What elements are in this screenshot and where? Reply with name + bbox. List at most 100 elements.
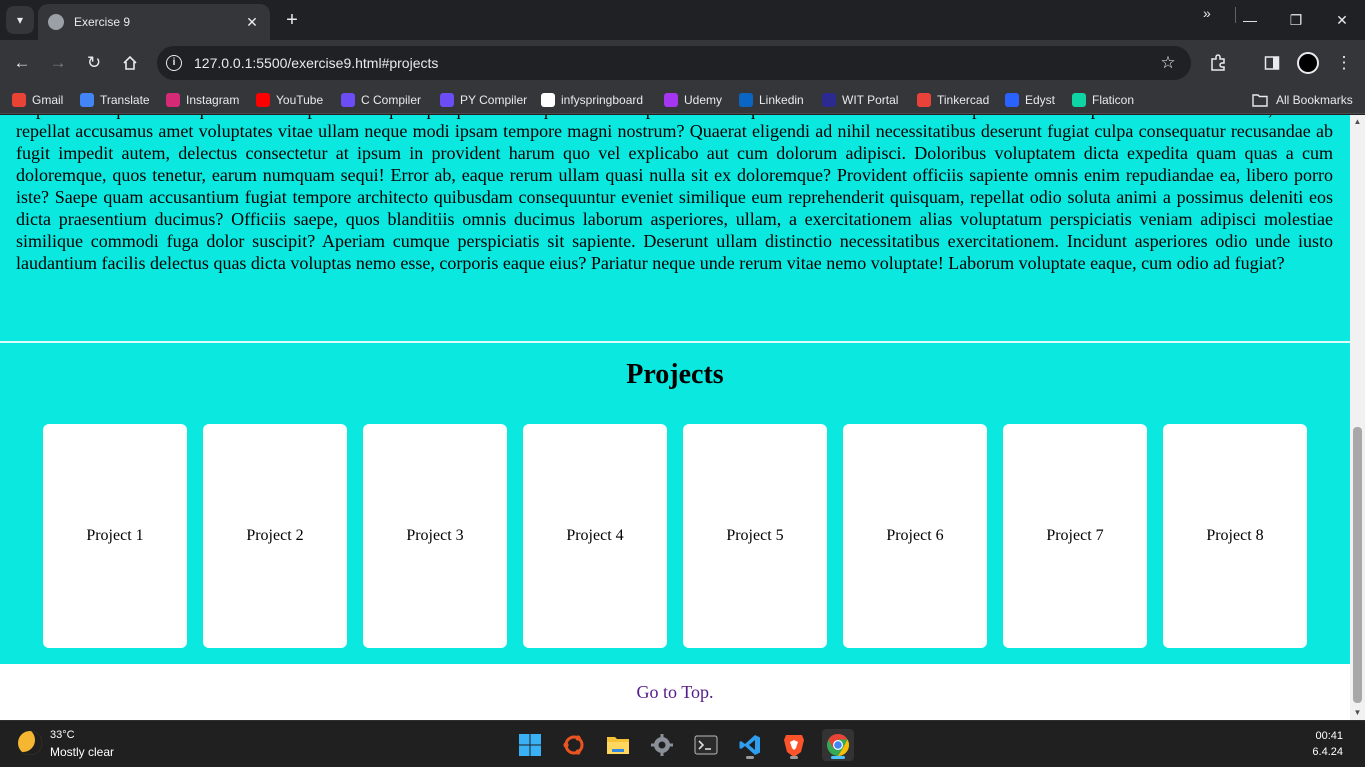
side-panel-icon: [1264, 56, 1280, 70]
home-button[interactable]: [117, 50, 143, 76]
weather-temperature[interactable]: 33°C: [50, 729, 75, 741]
project-card[interactable]: Project 6: [843, 424, 987, 648]
bookmark-label: Tinkercad: [937, 93, 990, 107]
clock-time[interactable]: 00:41: [1315, 730, 1343, 742]
bookmark-flaticon[interactable]: Flaticon: [1072, 91, 1134, 109]
bookmark-wit-portal[interactable]: WIT Portal: [822, 91, 898, 109]
bookmark-udemy[interactable]: Udemy: [664, 91, 722, 109]
section-divider: [0, 341, 1350, 343]
tab-search-button[interactable]: ▾: [6, 6, 34, 34]
bookmark-label: infyspringboard: [561, 93, 644, 107]
c-compiler-icon: [341, 93, 355, 107]
project-card[interactable]: Project 4: [523, 424, 667, 648]
reload-button[interactable]: ↻: [81, 50, 107, 76]
project-card-label: Project 6: [886, 527, 944, 544]
project-card[interactable]: Project 5: [683, 424, 827, 648]
running-indicator: [746, 756, 754, 759]
project-card[interactable]: Project 3: [363, 424, 507, 648]
terminal-app[interactable]: [690, 729, 722, 761]
home-icon: [123, 55, 137, 70]
bookmark-infyspringboard[interactable]: infyspringboard: [541, 91, 643, 109]
forward-button[interactable]: →: [45, 50, 71, 76]
udemy-icon: [664, 93, 678, 107]
windows-start-icon: [519, 734, 541, 756]
windows-taskbar: 33°C Mostly clear 00:41 6.4.24: [0, 720, 1365, 767]
bookmark-edyst[interactable]: Edyst: [1005, 91, 1055, 109]
instagram-icon: [166, 93, 180, 107]
bookmark-label: Udemy: [684, 93, 723, 107]
about-paragraph: Repellendus quod consequatur aut volupta…: [16, 115, 1333, 273]
bookmark-c-compiler[interactable]: C Compiler: [341, 91, 421, 109]
vscode-app[interactable]: [734, 729, 766, 761]
close-window-button[interactable]: ✕: [1319, 8, 1365, 32]
bookmark-tinkercad[interactable]: Tinkercad: [917, 91, 989, 109]
chrome-app[interactable]: [822, 729, 854, 761]
active-indicator: [831, 756, 845, 759]
forward-arrow-icon: →: [49, 53, 67, 72]
linkedin-icon: [739, 93, 753, 107]
project-card-label: Project 1: [86, 527, 144, 544]
go-to-top-link[interactable]: Go to Top.: [637, 682, 714, 703]
bookmark-label: PY Compiler: [460, 93, 528, 107]
profile-avatar[interactable]: [1297, 52, 1319, 74]
restore-button[interactable]: ❐: [1273, 8, 1319, 32]
tab-strip: ▾ Exercise 9 ✕ + — ❐ ✕: [0, 0, 1365, 40]
file-explorer-app[interactable]: [602, 729, 634, 761]
bookmarks-overflow-button[interactable]: »: [1203, 5, 1211, 21]
bookmark-label: Gmail: [32, 93, 64, 107]
bookmark-star-icon[interactable]: ☆: [1155, 53, 1181, 73]
new-tab-button[interactable]: +: [280, 8, 304, 32]
terminal-icon: [694, 735, 718, 755]
bookmark-linkedin[interactable]: Linkedin: [739, 91, 804, 109]
bookmark-label: Edyst: [1025, 93, 1056, 107]
bookmark-gmail[interactable]: Gmail: [12, 91, 63, 109]
scroll-up-arrow-icon[interactable]: ▲: [1350, 115, 1365, 129]
file-explorer-icon: [607, 737, 629, 754]
site-info-icon[interactable]: i: [166, 55, 182, 71]
bookmark-py-compiler[interactable]: PY Compiler: [440, 91, 527, 109]
extensions-button[interactable]: [1205, 50, 1231, 76]
page-viewport: Repellendus quod consequatur aut volupta…: [0, 115, 1350, 720]
ubuntu-app[interactable]: [558, 729, 590, 761]
bookmark-translate[interactable]: Translate: [80, 91, 150, 109]
project-card[interactable]: Project 2: [203, 424, 347, 648]
brave-app[interactable]: [778, 729, 810, 761]
tinkercad-icon: [917, 93, 931, 107]
side-panel-button[interactable]: [1259, 50, 1285, 76]
minimize-button[interactable]: —: [1227, 8, 1273, 32]
translate-icon: [80, 93, 94, 107]
running-indicator: [790, 756, 798, 759]
ubuntu-icon: [563, 735, 584, 755]
moon-weather-icon[interactable]: [18, 731, 42, 755]
all-bookmarks-button[interactable]: All Bookmarks: [1252, 91, 1353, 109]
bookmarks-separator: [1235, 7, 1236, 23]
url-text[interactable]: 127.0.0.1:5500/exercise9.html#projects: [194, 55, 1155, 71]
project-card[interactable]: Project 7: [1003, 424, 1147, 648]
vscode-icon: [739, 735, 760, 755]
bookmark-instagram[interactable]: Instagram: [166, 91, 239, 109]
project-card-label: Project 5: [726, 527, 784, 544]
project-card-label: Project 2: [246, 527, 304, 544]
scroll-down-arrow-icon[interactable]: ▼: [1350, 706, 1365, 720]
py-compiler-icon: [440, 93, 454, 107]
bookmark-label: Flaticon: [1092, 93, 1135, 107]
tab-close-button[interactable]: ✕: [244, 14, 260, 31]
address-bar[interactable]: i 127.0.0.1:5500/exercise9.html#projects…: [157, 46, 1191, 80]
back-button[interactable]: ←: [9, 50, 35, 76]
settings-app[interactable]: [646, 729, 678, 761]
project-card[interactable]: Project 1: [43, 424, 187, 648]
bookmark-youtube[interactable]: YouTube: [256, 91, 323, 109]
browser-tab[interactable]: Exercise 9 ✕: [38, 4, 270, 40]
project-card[interactable]: Project 8: [1163, 424, 1307, 648]
scroll-thumb[interactable]: [1353, 427, 1362, 703]
project-card-label: Project 4: [566, 527, 624, 544]
chrome-menu-button[interactable]: ⋮: [1331, 50, 1357, 76]
browser-toolbar: ← → ↻ i 127.0.0.1:5500/exercise9.html#pr…: [0, 40, 1365, 86]
infyspringboard-icon: [541, 93, 555, 107]
page-scrollbar[interactable]: ▲ ▼: [1350, 115, 1365, 720]
edyst-icon: [1005, 93, 1019, 107]
weather-description[interactable]: Mostly clear: [50, 745, 114, 759]
bookmark-label: YouTube: [276, 93, 324, 107]
clock-date[interactable]: 6.4.24: [1312, 746, 1343, 758]
windows-start-button[interactable]: [514, 729, 546, 761]
